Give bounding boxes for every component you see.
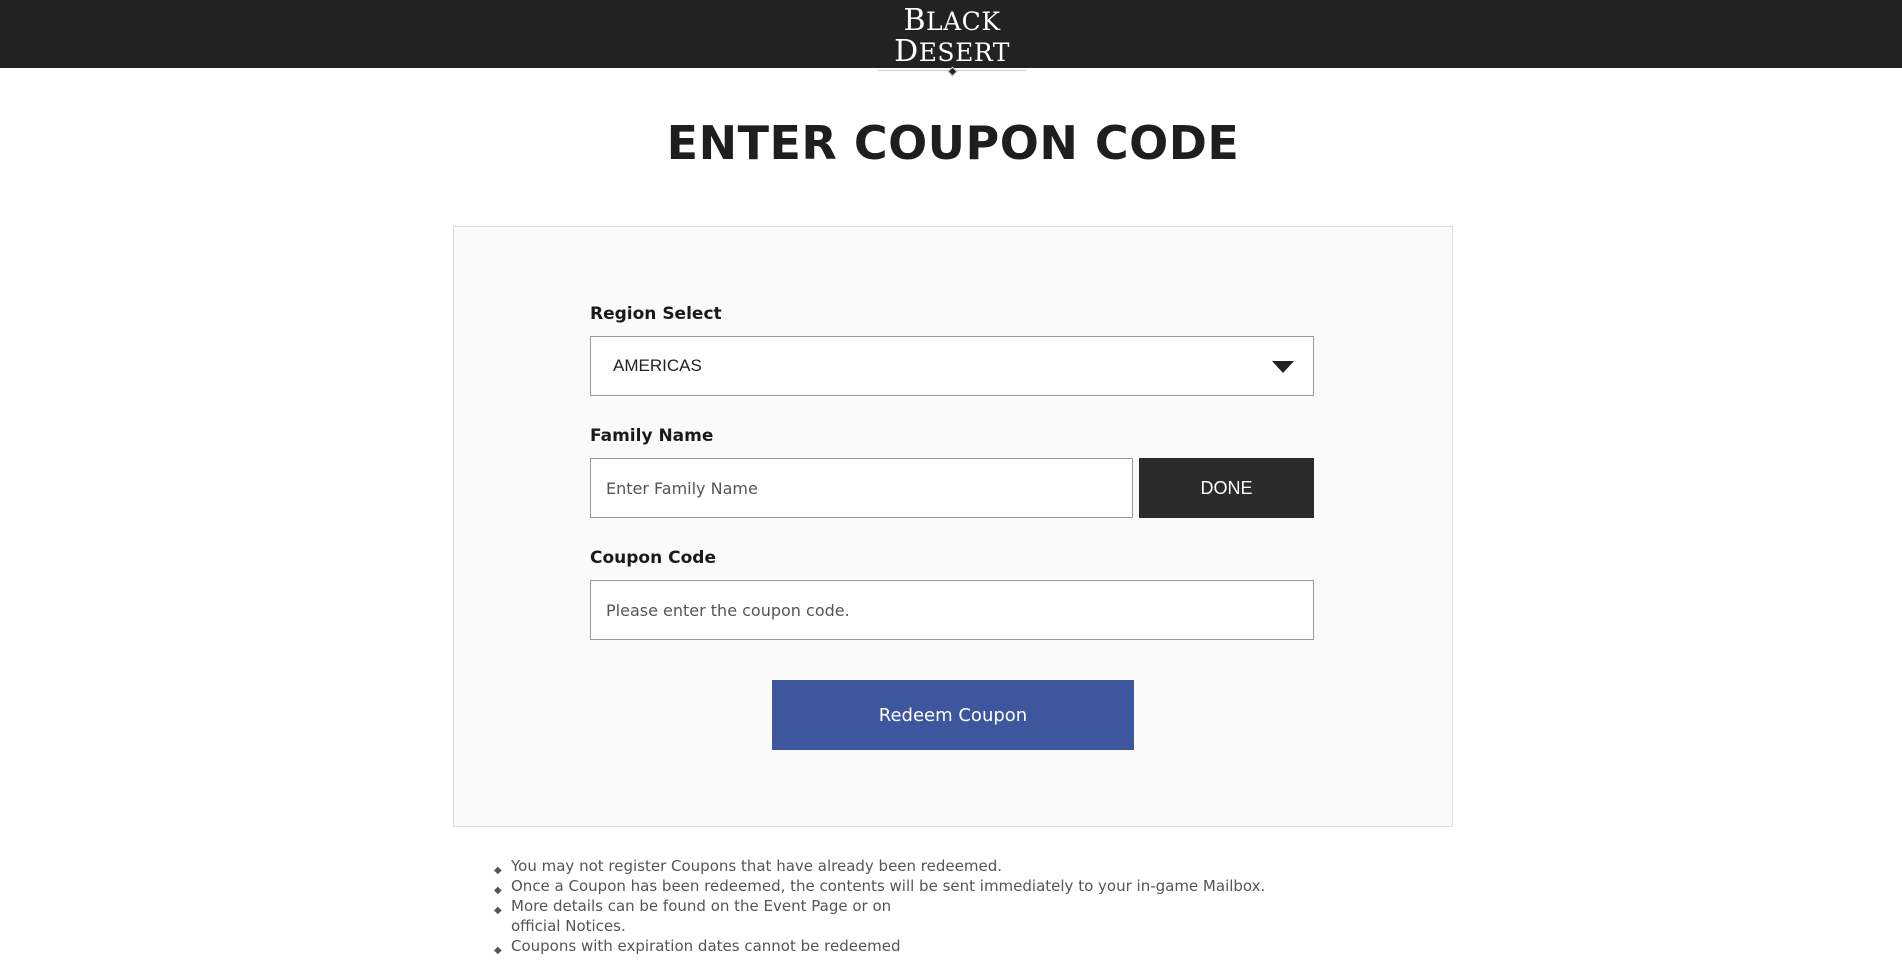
- list-item: ◆ More details can be found on the Event …: [494, 897, 892, 935]
- diamond-bullet-icon: ◆: [494, 945, 502, 956]
- logo-title: BLACK DESERT: [894, 3, 1010, 69]
- list-item: ◆ Coupons with expiration dates cannot be…: [492, 936, 1265, 956]
- region-select-value: AMERICAS: [613, 356, 702, 375]
- logo-divider: [878, 68, 1026, 74]
- page-title: ENTER COUPON CODE: [666, 116, 1240, 170]
- family-name-input[interactable]: [590, 458, 1133, 518]
- coupon-code-label: Coupon Code: [590, 548, 716, 568]
- list-item: ◆ You may not register Coupons that have …: [492, 856, 1265, 876]
- list-item: ◆ Once a Coupon has been redeemed, the co…: [492, 876, 1265, 896]
- family-name-label: Family Name: [590, 426, 714, 446]
- coupon-notes-list: ◆ You may not register Coupons that have …: [492, 856, 1265, 956]
- diamond-bullet-icon: ◆: [494, 905, 502, 916]
- chevron-down-icon: [1272, 361, 1294, 373]
- region-select-label: Region Select: [590, 304, 722, 324]
- region-select[interactable]: AMERICAS: [590, 336, 1314, 396]
- redeem-coupon-button[interactable]: Redeem Coupon: [772, 680, 1134, 750]
- coupon-code-input[interactable]: [590, 580, 1314, 640]
- top-header-bar: BLACK DESERT MOBILE: [0, 0, 1902, 90]
- done-button[interactable]: DONE: [1139, 458, 1314, 518]
- black-desert-mobile-logo[interactable]: BLACK DESERT MOBILE: [866, 6, 1038, 90]
